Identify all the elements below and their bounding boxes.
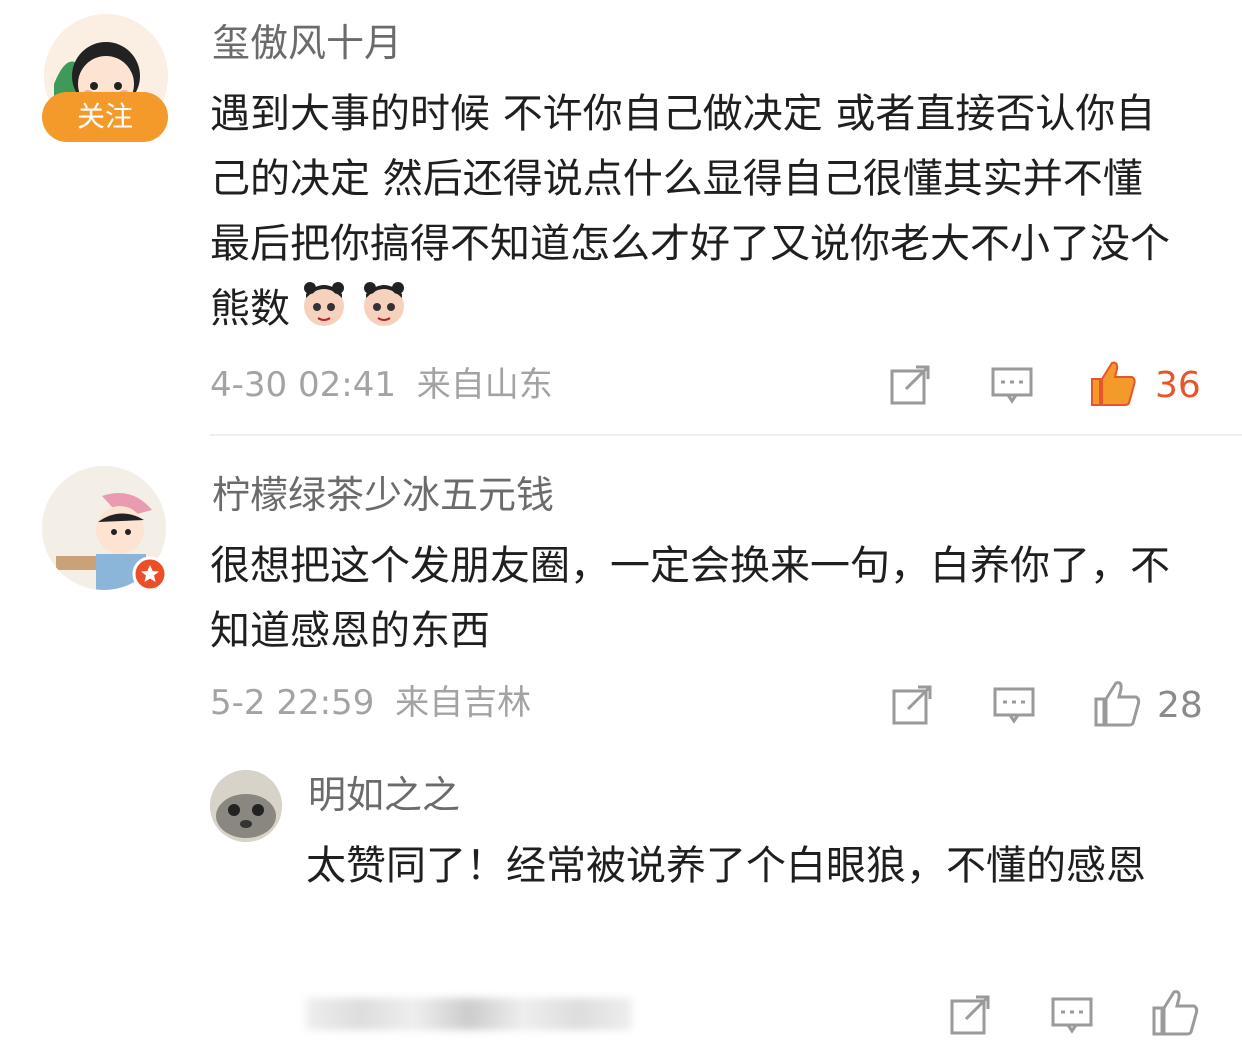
- share-icon: [892, 685, 932, 725]
- repost-button[interactable]: [948, 993, 992, 1037]
- repost-button[interactable]: [888, 363, 932, 407]
- comment-username[interactable]: 柠檬绿茶少冰五元钱: [212, 476, 554, 514]
- like-button[interactable]: [1088, 359, 1138, 409]
- like-count: 36: [1155, 365, 1201, 406]
- thumbs-up-icon: [1094, 681, 1141, 727]
- reply-button[interactable]: [990, 363, 1034, 407]
- nezha-emoji-icon: [358, 278, 410, 330]
- comment-meta: 5-2 22:59 来自吉林: [210, 686, 531, 720]
- comment-text: 很想把这个发朋友圈，一定会换来一句，白养你了，不知道感恩的东西: [210, 543, 1170, 654]
- reply-button[interactable]: [1050, 993, 1094, 1037]
- comment-body: 遇到大事的时候 不许你自己做决定 或者直接否认你自己的决定 然后还得说点什么显得…: [210, 91, 1170, 332]
- like-count: 28: [1157, 685, 1203, 726]
- reply-text: 太赞同了！经常被说养了个白眼狼，不懂的感恩: [306, 843, 1146, 889]
- thumbs-up-icon: [1091, 361, 1136, 406]
- like-button[interactable]: [1150, 988, 1200, 1038]
- follow-button[interactable]: 关注: [42, 92, 168, 142]
- comment-time: 4-30 02:41: [210, 365, 396, 405]
- share-icon: [950, 995, 990, 1035]
- comment-username[interactable]: 玺傲风十月: [212, 24, 402, 62]
- comment-icon: [1051, 997, 1093, 1034]
- comment-divider: [210, 434, 1242, 436]
- comment-text: 遇到大事的时候 不许你自己做决定 或者直接否认你自己的决定 然后还得说点什么显得…: [210, 82, 1190, 342]
- comment-icon: [993, 687, 1035, 724]
- repost-button[interactable]: [890, 683, 934, 727]
- nezha-emoji-icon: [298, 278, 350, 330]
- reply-avatar[interactable]: [210, 770, 282, 842]
- reply-button[interactable]: [992, 683, 1036, 727]
- reply-username[interactable]: 明如之之: [308, 776, 460, 814]
- like-button[interactable]: [1092, 679, 1142, 729]
- comment-icon: [991, 367, 1033, 404]
- share-icon: [890, 365, 930, 405]
- comment-location: 来自山东: [416, 365, 553, 405]
- reply-meta-blurred: [306, 998, 632, 1030]
- comment-time: 5-2 22:59: [210, 683, 375, 723]
- comment-meta: 4-30 02:41 来自山东: [210, 368, 553, 402]
- verified-badge-icon: [132, 556, 168, 592]
- thumbs-up-icon: [1152, 990, 1199, 1036]
- comment-location: 来自吉林: [395, 683, 532, 723]
